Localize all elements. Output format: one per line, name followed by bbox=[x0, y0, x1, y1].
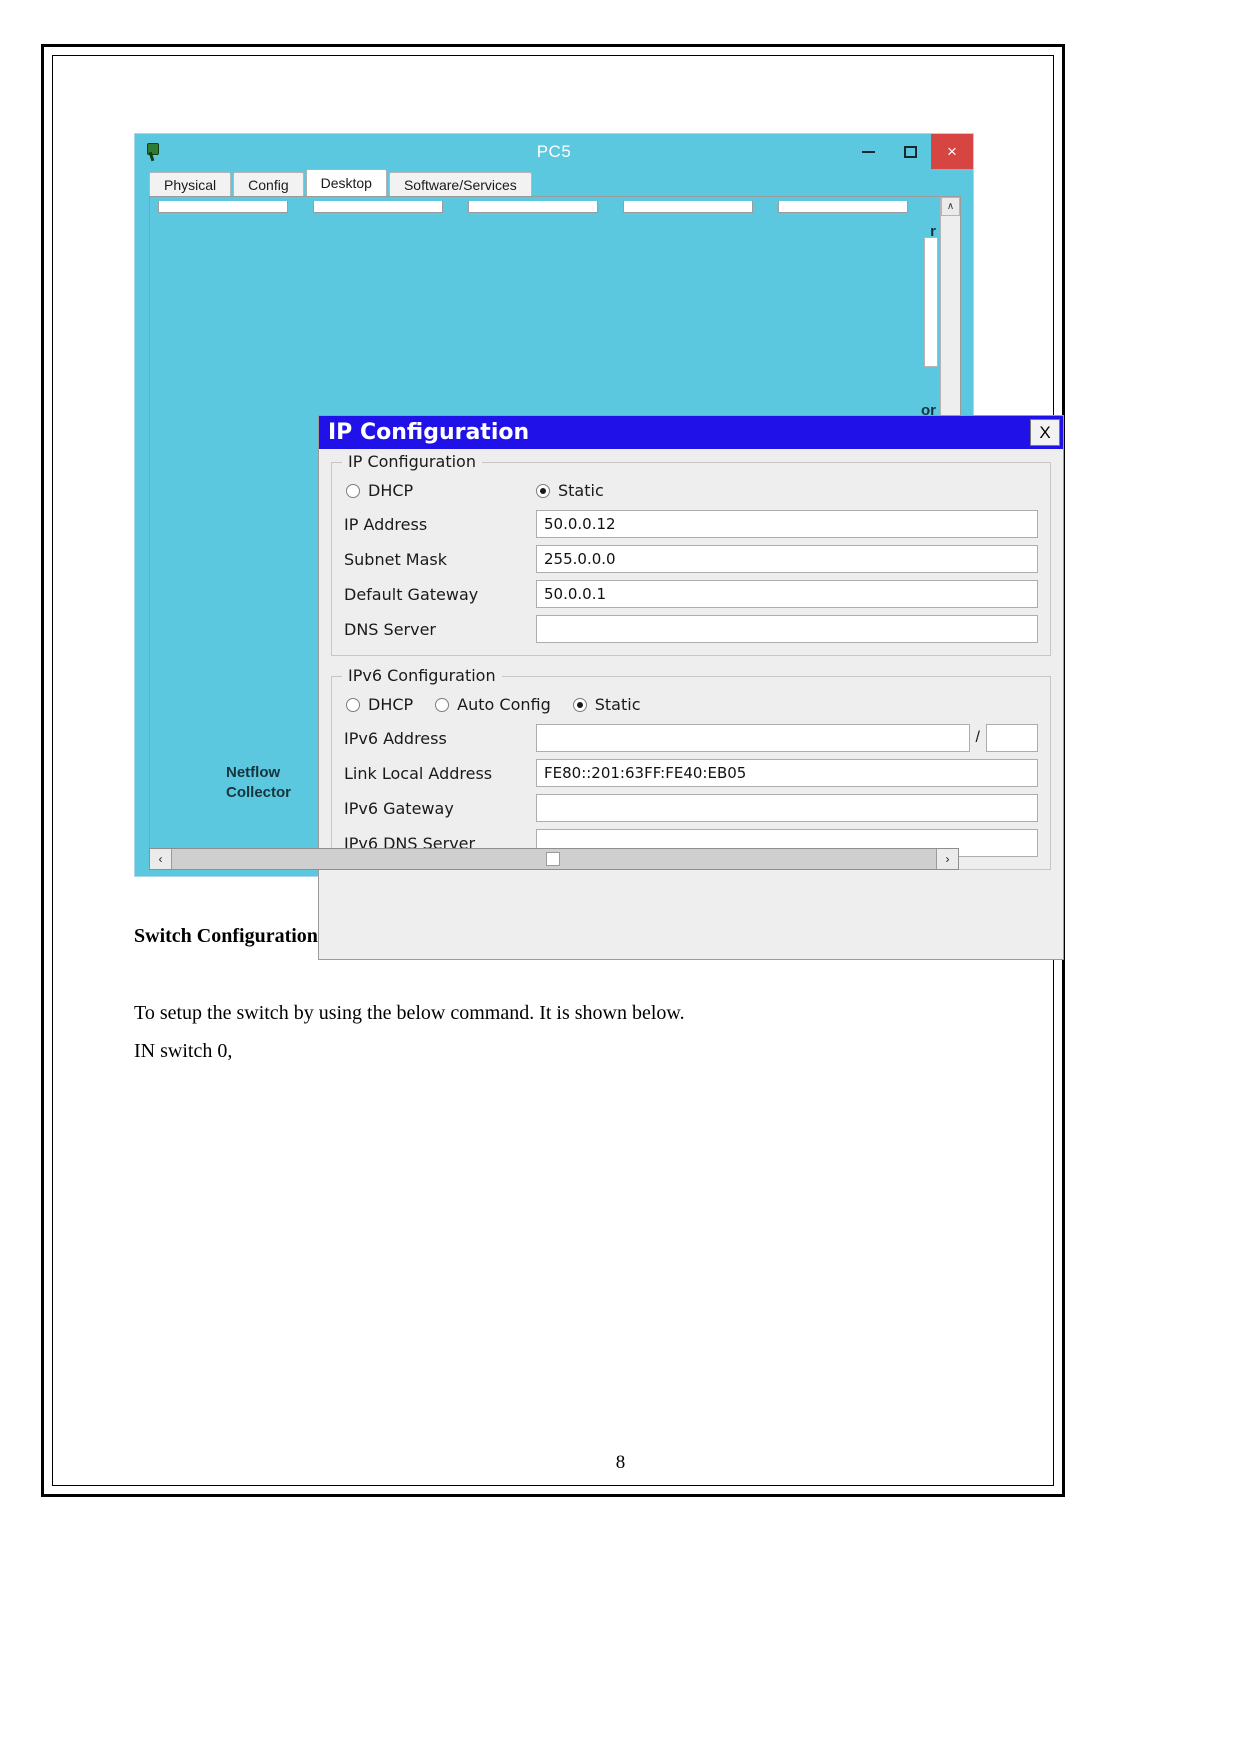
desktop-app-stub[interactable] bbox=[623, 201, 753, 213]
desktop-app-stub[interactable] bbox=[468, 201, 598, 213]
field-label: Default Gateway bbox=[344, 584, 479, 604]
dns-server-input[interactable] bbox=[536, 615, 1038, 643]
ip-address-input[interactable]: 50.0.0.12 bbox=[536, 510, 1038, 538]
field-default-gateway: Default Gateway 50.0.0.1 bbox=[344, 580, 1038, 608]
netflow-collector-line2: Collector bbox=[226, 783, 292, 801]
field-dns-server: DNS Server bbox=[344, 615, 1038, 643]
link-local-address-input[interactable]: FE80::201:63FF:FE40:EB05 bbox=[536, 759, 1038, 787]
netflow-collector-line1: Netflow bbox=[226, 763, 281, 781]
radio-selected-icon bbox=[536, 483, 550, 498]
ipv6-radio-static[interactable]: Static bbox=[572, 695, 641, 714]
radio-icon bbox=[435, 697, 450, 712]
ipv6-gateway-input[interactable] bbox=[536, 794, 1038, 822]
minimize-icon bbox=[861, 150, 875, 153]
packet-tracer-window: PC5 × Physical Config Desktop Software/S… bbox=[134, 133, 1064, 960]
ip-configuration-dialog: IP Configuration X IP Configuration DHCP… bbox=[318, 415, 1064, 960]
prefix-separator: / bbox=[975, 729, 980, 746]
tab-label: Software/Services bbox=[403, 176, 517, 193]
field-label: IP Address bbox=[344, 514, 428, 534]
desktop-app-edge[interactable] bbox=[924, 237, 938, 367]
tab-label: Desktop bbox=[320, 175, 372, 191]
desktop-app-stub[interactable] bbox=[313, 201, 443, 213]
window-titlebar: PC5 × bbox=[135, 134, 973, 169]
field-link-local-address: Link Local Address FE80::201:63FF:FE40:E… bbox=[344, 759, 1038, 787]
desktop-label-partial: r bbox=[930, 223, 936, 240]
tab-config[interactable]: Config bbox=[233, 172, 304, 196]
dialog-titlebar: IP Configuration X bbox=[319, 416, 1063, 449]
default-gateway-input[interactable]: 50.0.0.1 bbox=[536, 580, 1038, 608]
body-paragraph-line-1: To setup the switch by using the below c… bbox=[134, 1002, 685, 1024]
ipv4-radio-group: DHCP Static bbox=[346, 481, 1038, 500]
ipv4-legend: IP Configuration bbox=[342, 452, 482, 471]
ipv6-address-input[interactable] bbox=[536, 724, 970, 752]
ipv6-radio-group: DHCP Auto Config Static bbox=[346, 695, 1038, 714]
ipv4-radio-dhcp[interactable]: DHCP bbox=[346, 481, 536, 500]
radio-label: Static bbox=[558, 481, 604, 500]
tab-desktop[interactable]: Desktop bbox=[305, 169, 387, 196]
maximize-icon bbox=[903, 145, 917, 158]
field-label: DNS Server bbox=[344, 619, 436, 639]
field-subnet-mask: Subnet Mask 255.0.0.0 bbox=[344, 545, 1038, 573]
subnet-mask-input[interactable]: 255.0.0.0 bbox=[536, 545, 1038, 573]
scroll-right-icon[interactable]: › bbox=[936, 849, 958, 869]
minimize-button[interactable] bbox=[847, 134, 889, 169]
field-label: Subnet Mask bbox=[344, 549, 448, 569]
horizontal-scrollbar[interactable]: ‹ › bbox=[149, 848, 959, 870]
ipv6-fieldset: IPv6 Configuration DHCP Auto Config Stat… bbox=[331, 666, 1051, 870]
tab-label: Physical bbox=[164, 176, 217, 193]
field-ipv6-address: IPv6 Address / bbox=[344, 724, 1038, 752]
page-number: 8 bbox=[615, 1452, 626, 1473]
ipv4-fieldset: IP Configuration DHCP Static IP Address … bbox=[331, 452, 1051, 656]
tab-physical[interactable]: Physical bbox=[149, 172, 232, 196]
ipv6-prefix-input[interactable] bbox=[986, 724, 1038, 752]
body-paragraph-line-2: IN switch 0, bbox=[134, 1040, 233, 1062]
radio-label: Static bbox=[594, 695, 641, 714]
scroll-up-icon[interactable]: ∧ bbox=[941, 197, 960, 216]
window-tabs: Physical Config Desktop Software/Service… bbox=[149, 169, 973, 196]
maximize-button[interactable] bbox=[889, 134, 931, 169]
close-icon: × bbox=[947, 141, 957, 161]
desktop-app-button-row bbox=[158, 201, 948, 213]
radio-selected-icon bbox=[572, 697, 587, 712]
dialog-close-button[interactable]: X bbox=[1030, 419, 1060, 446]
close-button[interactable]: × bbox=[931, 134, 973, 169]
ipv4-radio-static[interactable]: Static bbox=[536, 481, 604, 500]
ipv6-radio-dhcp[interactable]: DHCP bbox=[346, 695, 413, 714]
radio-label: Auto Config bbox=[457, 695, 551, 714]
desktop-app-stub[interactable] bbox=[778, 201, 908, 213]
radio-label: DHCP bbox=[368, 481, 414, 500]
close-icon: X bbox=[1039, 422, 1051, 442]
field-ipv6-gateway: IPv6 Gateway bbox=[344, 794, 1038, 822]
scrollbar-thumb[interactable] bbox=[545, 852, 560, 866]
desktop-app-stub[interactable] bbox=[158, 201, 288, 213]
section-heading: Switch Configuration bbox=[134, 925, 318, 947]
ipv6-radio-auto-config[interactable]: Auto Config bbox=[435, 695, 551, 714]
field-label: IPv6 Gateway bbox=[344, 798, 454, 818]
radio-icon bbox=[346, 483, 360, 498]
dialog-title: IP Configuration bbox=[328, 420, 530, 445]
radio-icon bbox=[346, 697, 360, 712]
desktop-panel: r or l Netflow Collector ∧ ∨ IP Configur… bbox=[149, 196, 1064, 960]
tab-software-services[interactable]: Software/Services bbox=[388, 172, 532, 196]
field-label: Link Local Address bbox=[344, 763, 493, 783]
field-label: IPv6 Address bbox=[344, 728, 447, 748]
netflow-collector-label: Netflow Collector bbox=[226, 763, 291, 804]
field-ip-address: IP Address 50.0.0.12 bbox=[344, 510, 1038, 538]
tab-label: Config bbox=[248, 176, 289, 193]
ipv6-legend: IPv6 Configuration bbox=[342, 666, 502, 685]
radio-label: DHCP bbox=[368, 695, 414, 714]
scroll-left-icon[interactable]: ‹ bbox=[150, 849, 172, 869]
